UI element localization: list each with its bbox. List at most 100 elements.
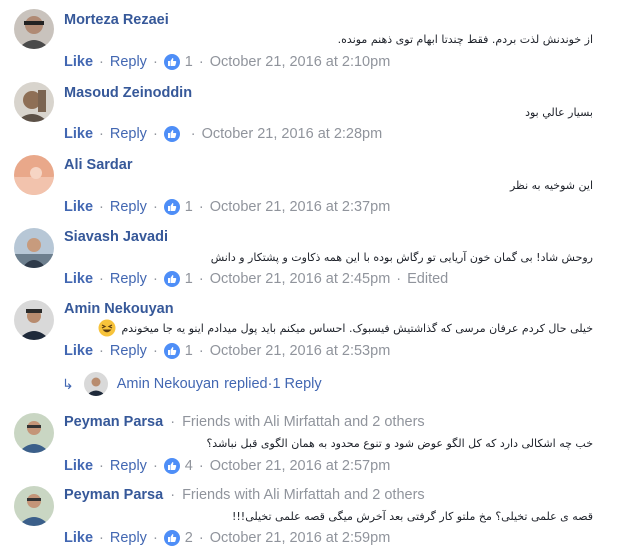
reaction-count[interactable]: 2 bbox=[163, 530, 193, 546]
like-button[interactable]: Like bbox=[64, 126, 93, 142]
comment-author: Peyman Parsa · Friends with Ali Mirfatta… bbox=[64, 487, 425, 503]
separator: · bbox=[99, 126, 104, 142]
reply-count[interactable]: 1 Reply bbox=[272, 376, 321, 392]
reaction-number: 4 bbox=[184, 458, 193, 474]
separator: · bbox=[99, 54, 104, 70]
reply-button[interactable]: Reply bbox=[110, 458, 147, 474]
reply-button[interactable]: Reply bbox=[110, 54, 147, 70]
separator: · bbox=[152, 458, 158, 474]
separator: · bbox=[190, 126, 196, 142]
thumbs-up-icon bbox=[163, 530, 180, 546]
comment-actions: Like · Reply · 4 · October 21, 2016 at 2… bbox=[64, 458, 390, 474]
comment-actions: Like · Reply · 1 · October 21, 2016 at 2… bbox=[64, 271, 448, 287]
reaction-count[interactable]: 1 bbox=[163, 54, 193, 70]
edited-label[interactable]: Edited bbox=[407, 271, 448, 287]
separator: · bbox=[198, 271, 204, 287]
thumbs-up-icon bbox=[163, 126, 180, 142]
reaction-count[interactable]: 1 bbox=[163, 199, 193, 215]
reaction-count[interactable]: 1 bbox=[163, 271, 193, 287]
comment-author[interactable]: Amin Nekouyan bbox=[64, 301, 174, 317]
avatar[interactable] bbox=[14, 82, 54, 122]
author-name[interactable]: Peyman Parsa bbox=[64, 487, 163, 503]
comment-text: قصه ی علمی تخیلی؟ مخ ملتو کار گرفتی بعد … bbox=[231, 510, 593, 523]
avatar[interactable] bbox=[14, 9, 54, 49]
thumbs-up-icon bbox=[163, 458, 180, 474]
avatar[interactable] bbox=[14, 228, 54, 268]
comment-author[interactable]: Siavash Javadi bbox=[64, 229, 168, 245]
comment-actions: Like · Reply · 1 · October 21, 2016 at 2… bbox=[64, 54, 390, 70]
avatar[interactable] bbox=[14, 300, 54, 340]
thumbs-up-icon bbox=[163, 54, 180, 70]
comment-author[interactable]: Morteza Rezaei bbox=[64, 12, 169, 28]
like-button[interactable]: Like bbox=[64, 530, 93, 546]
reaction-count[interactable]: 1 bbox=[163, 343, 193, 359]
separator: · bbox=[99, 458, 104, 474]
separator: · bbox=[198, 343, 204, 359]
avatar[interactable] bbox=[14, 413, 54, 453]
reply-arrow-icon: ↳ bbox=[62, 375, 74, 392]
reply-button[interactable]: Reply bbox=[110, 530, 147, 546]
separator: · bbox=[152, 343, 158, 359]
separator: · bbox=[396, 271, 402, 287]
separator: · bbox=[170, 414, 176, 430]
separator: · bbox=[99, 343, 104, 359]
reply-button[interactable]: Reply bbox=[110, 343, 147, 359]
replier-name[interactable]: Amin Nekouyan bbox=[117, 376, 219, 392]
comment-text: این شوخیه به نظر bbox=[509, 179, 593, 192]
timestamp[interactable]: October 21, 2016 at 2:59pm bbox=[210, 530, 391, 546]
like-button[interactable]: Like bbox=[64, 54, 93, 70]
reaction-number: 1 bbox=[184, 199, 193, 215]
separator: · bbox=[152, 54, 158, 70]
separator: · bbox=[198, 530, 204, 546]
thumbs-up-icon bbox=[163, 343, 180, 359]
comment-author: Peyman Parsa · Friends with Ali Mirfatta… bbox=[64, 414, 425, 430]
reaction-number: 2 bbox=[184, 530, 193, 546]
laughing-emoji-icon bbox=[98, 319, 115, 337]
separator: · bbox=[198, 199, 204, 215]
separator: · bbox=[170, 487, 176, 503]
reaction-number: 1 bbox=[184, 271, 193, 287]
thumbs-up-icon bbox=[163, 271, 180, 287]
avatar bbox=[83, 372, 108, 396]
avatar[interactable] bbox=[14, 486, 54, 526]
separator: · bbox=[152, 199, 158, 215]
reply-button[interactable]: Reply bbox=[110, 199, 147, 215]
comment-author[interactable]: Masoud Zeinoddin bbox=[64, 85, 192, 101]
timestamp[interactable]: October 21, 2016 at 2:37pm bbox=[210, 199, 391, 215]
thumbs-up-icon bbox=[163, 199, 180, 215]
comment-text: روحش شاد! بی گمان خون آریایی تو رگاش بود… bbox=[210, 251, 593, 264]
separator: · bbox=[198, 458, 204, 474]
reaction-number: 1 bbox=[184, 343, 193, 359]
timestamp[interactable]: October 21, 2016 at 2:53pm bbox=[210, 343, 391, 359]
separator: · bbox=[152, 126, 158, 142]
timestamp[interactable]: October 21, 2016 at 2:57pm bbox=[210, 458, 391, 474]
comment-text: بسيار عالي بود bbox=[525, 106, 593, 119]
separator: · bbox=[99, 271, 104, 287]
like-button[interactable]: Like bbox=[64, 458, 93, 474]
author-name[interactable]: Peyman Parsa bbox=[64, 414, 163, 430]
separator: · bbox=[198, 54, 204, 70]
reaction-count[interactable]: 4 bbox=[163, 458, 193, 474]
like-button[interactable]: Like bbox=[64, 199, 93, 215]
comment-author[interactable]: Ali Sardar bbox=[64, 157, 133, 173]
comment-actions: Like · Reply · 1 · October 21, 2016 at 2… bbox=[64, 343, 390, 359]
reply-button[interactable]: Reply bbox=[110, 271, 147, 287]
comment-text: خیلی حال کردم عرفان مرسی که گذاشتیش فیسب… bbox=[98, 319, 593, 337]
like-button[interactable]: Like bbox=[64, 271, 93, 287]
mutual-friends[interactable]: Friends with Ali Mirfattah and 2 others bbox=[182, 487, 425, 503]
replied-label: replied bbox=[224, 376, 268, 392]
reaction-count[interactable] bbox=[163, 126, 185, 142]
timestamp[interactable]: October 21, 2016 at 2:45pm bbox=[210, 271, 391, 287]
comment-text: از خوندنش لذت بردم. فقط چندتا ابهام توی … bbox=[337, 33, 593, 46]
replies-link[interactable]: ↳ Amin Nekouyan replied · 1 Reply bbox=[62, 372, 322, 396]
separator: · bbox=[152, 271, 158, 287]
separator: · bbox=[152, 530, 158, 546]
mutual-friends[interactable]: Friends with Ali Mirfattah and 2 others bbox=[182, 414, 425, 430]
like-button[interactable]: Like bbox=[64, 343, 93, 359]
timestamp[interactable]: October 21, 2016 at 2:28pm bbox=[202, 126, 383, 142]
comment-text: خب چه اشکالی دارد که کل الگو عوض شود و ت… bbox=[206, 437, 593, 450]
timestamp[interactable]: October 21, 2016 at 2:10pm bbox=[210, 54, 391, 70]
comment-actions: Like · Reply · 2 · October 21, 2016 at 2… bbox=[64, 530, 390, 546]
reply-button[interactable]: Reply bbox=[110, 126, 147, 142]
avatar[interactable] bbox=[14, 155, 54, 195]
